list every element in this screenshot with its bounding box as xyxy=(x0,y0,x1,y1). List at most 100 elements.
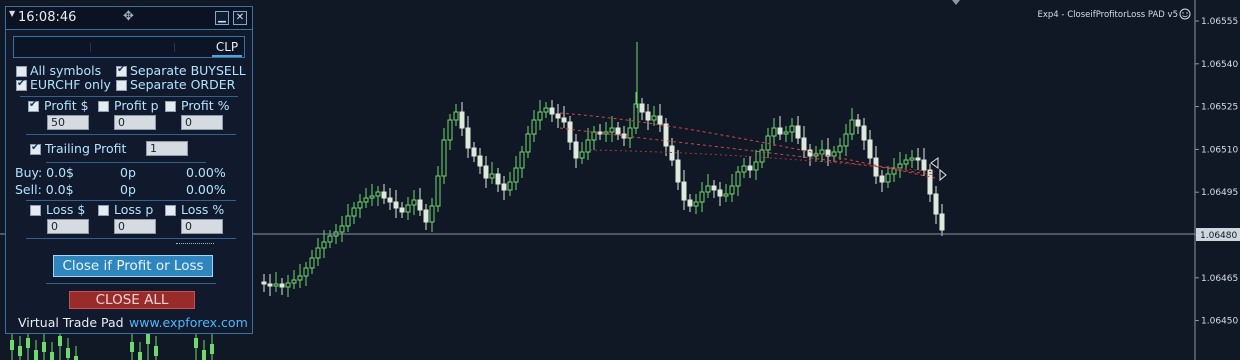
candle-body xyxy=(909,157,915,161)
loss-p-checkbox[interactable] xyxy=(98,205,109,216)
price-label: 1.06495 xyxy=(1201,188,1238,198)
profit-usd-checkbox[interactable] xyxy=(28,99,39,112)
candle-body xyxy=(369,195,375,199)
move-icon[interactable]: ✥ xyxy=(123,10,134,24)
buy-points: 0p xyxy=(120,165,136,180)
candle-body xyxy=(291,279,297,284)
candle-body xyxy=(50,352,54,360)
candle-body xyxy=(525,133,531,153)
candle-body xyxy=(339,225,345,233)
trade-pad-panel[interactable]: ▼ 16:08:46 ✥ ▁ ✕ CLP All symbols Separat… xyxy=(5,6,253,334)
loss-pct-label: Loss % xyxy=(181,202,225,217)
trailing-profit-input[interactable]: 1 xyxy=(146,141,188,156)
profit-p-checkbox[interactable] xyxy=(98,101,109,112)
close-if-profit-or-loss-button[interactable]: Close if Profit or Loss xyxy=(53,255,213,277)
profit-p-input[interactable]: 0 xyxy=(114,115,156,130)
sell-points: 0p xyxy=(120,182,136,197)
candle-body xyxy=(885,173,891,183)
profit-usd-label: Profit $ xyxy=(44,98,89,113)
candle-body xyxy=(567,121,573,143)
buy-profit: Buy: 0.0$ xyxy=(15,165,75,180)
candle-body xyxy=(939,213,945,231)
candle-body xyxy=(753,161,759,171)
candle-body xyxy=(435,175,441,207)
loss-pct-input[interactable]: 0 xyxy=(181,219,223,234)
candle-body xyxy=(411,199,417,206)
divider xyxy=(26,238,236,239)
loss-p-input[interactable]: 0 xyxy=(114,219,156,234)
candle-body xyxy=(585,139,591,153)
resize-handle[interactable] xyxy=(176,243,214,245)
candle-body xyxy=(717,189,723,197)
candle-body xyxy=(309,257,315,269)
candle-body xyxy=(741,165,747,173)
candle-body xyxy=(345,215,351,227)
candle-body xyxy=(645,111,651,121)
separate-buysell-checkbox[interactable] xyxy=(116,64,127,77)
candle-body xyxy=(483,165,489,179)
loss-usd-input[interactable]: 0 xyxy=(47,219,89,234)
candle-body xyxy=(729,185,735,195)
candle-body xyxy=(855,119,861,127)
loss-p-label: Loss p xyxy=(114,202,154,217)
candle-body xyxy=(723,193,729,197)
candle-body xyxy=(381,191,387,199)
candle-body xyxy=(651,115,657,121)
current-price-label: 1.06480 xyxy=(1200,231,1237,241)
loss-usd-checkbox[interactable] xyxy=(30,205,41,216)
candle-body xyxy=(549,107,555,115)
candle-body xyxy=(315,247,321,259)
divider xyxy=(26,200,236,201)
candle-body xyxy=(34,350,38,360)
profit-pct-input[interactable]: 0 xyxy=(181,115,223,130)
candle-body xyxy=(591,131,597,141)
close-icon[interactable]: ✕ xyxy=(233,11,247,25)
candle-body xyxy=(453,111,459,121)
candle-body xyxy=(405,204,411,213)
candle-body xyxy=(513,167,519,183)
candle-body xyxy=(777,127,783,135)
chart-title: Exp4 - CloseifProfitorLoss PAD v5 xyxy=(1038,10,1178,20)
candle-body xyxy=(417,199,423,211)
divider xyxy=(26,134,236,135)
candle-body xyxy=(801,137,807,151)
price-label: 1.06525 xyxy=(1201,103,1238,113)
separate-order-checkbox[interactable] xyxy=(116,80,127,91)
eurchf-only-checkbox[interactable] xyxy=(16,78,27,91)
close-all-button[interactable]: CLOSE ALL xyxy=(69,291,195,309)
candle-body xyxy=(561,117,567,123)
tab-clp[interactable]: CLP xyxy=(212,39,242,57)
loss-usd-label: Loss $ xyxy=(46,202,86,217)
candle-body xyxy=(74,356,78,360)
eurchf-only-label: EURCHF only xyxy=(30,77,111,92)
candle-body xyxy=(26,338,30,348)
profit-usd-input[interactable]: 50 xyxy=(47,115,89,130)
candle-body xyxy=(495,173,501,185)
candle-body xyxy=(447,119,453,141)
candle-body xyxy=(621,133,627,139)
candle-body xyxy=(285,282,291,288)
all-symbols-checkbox[interactable] xyxy=(16,66,27,77)
candle-body xyxy=(627,127,633,139)
panel-titlebar[interactable]: ▼ 16:08:46 ✥ ▁ ✕ xyxy=(6,7,252,30)
price-label: 1.06540 xyxy=(1201,60,1238,70)
candle-body xyxy=(615,127,621,135)
minimize-icon[interactable]: ▁ xyxy=(215,11,229,25)
candle-body xyxy=(819,149,825,155)
sell-percent: 0.00% xyxy=(186,182,226,197)
profit-p-label: Profit p xyxy=(114,98,159,113)
candle-body xyxy=(194,338,198,348)
candle-body xyxy=(699,191,705,203)
trailing-profit-checkbox[interactable] xyxy=(30,142,41,155)
collapse-arrow-icon[interactable]: ▼ xyxy=(9,9,15,18)
profit-pct-checkbox[interactable] xyxy=(165,101,176,112)
buy-percent: 0.00% xyxy=(186,165,226,180)
candle-body xyxy=(537,111,543,121)
candle-body xyxy=(879,175,885,183)
footer-link[interactable]: www.expforex.com xyxy=(129,315,248,330)
candle-body xyxy=(771,127,777,137)
loss-pct-checkbox[interactable] xyxy=(165,205,176,216)
candle-body xyxy=(849,119,855,135)
candle-body xyxy=(897,163,903,169)
candle-body xyxy=(393,201,399,209)
